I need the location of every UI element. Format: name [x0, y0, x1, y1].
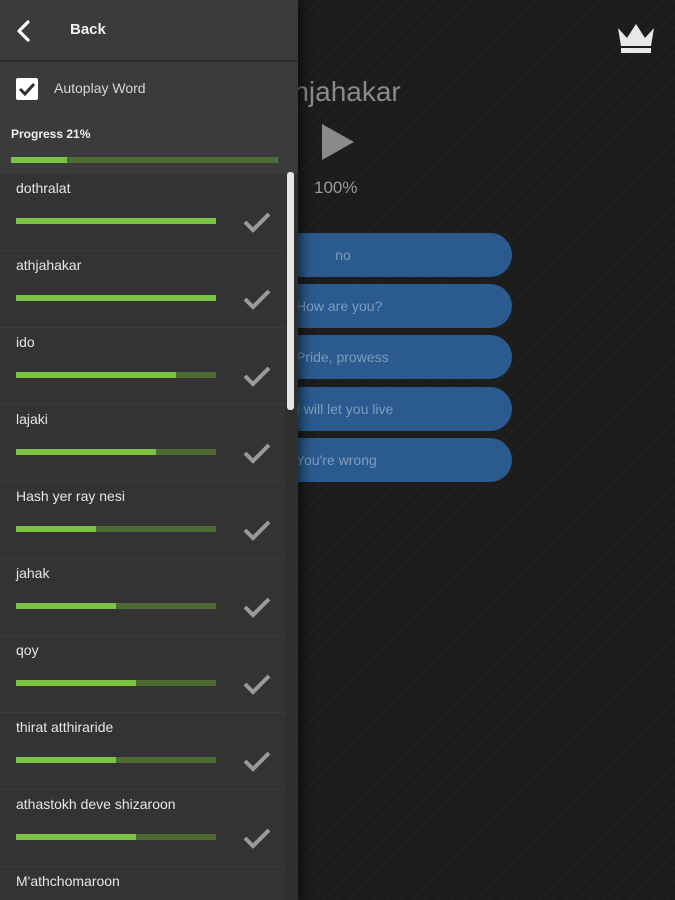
answer-option[interactable]: You're wrong — [262, 438, 512, 482]
word-title: lajaki — [16, 411, 48, 427]
word-progress-bar — [16, 834, 216, 840]
word-title: ido — [16, 334, 35, 350]
word-row[interactable]: dothralat — [0, 174, 285, 251]
word-title: dothralat — [16, 180, 71, 196]
check-icon — [243, 212, 271, 233]
word-title: athastokh deve shizaroon — [16, 796, 176, 812]
autoplay-toggle[interactable] — [0, 62, 298, 114]
word-row[interactable]: Hash yer ray nesi — [0, 482, 285, 559]
word-title: thirat atthiraride — [16, 719, 114, 735]
check-icon — [243, 597, 271, 618]
check-icon — [243, 289, 271, 310]
word-progress-fill — [16, 757, 116, 763]
check-icon — [243, 751, 271, 772]
crown-icon[interactable] — [614, 18, 658, 54]
word-list-drawer: Back Autoplay Word Progress 21% dothrala… — [0, 0, 298, 900]
word-progress-fill — [16, 834, 136, 840]
answer-option[interactable]: no — [262, 233, 512, 277]
word-progress-bar — [16, 295, 216, 301]
word-progress-fill — [16, 218, 216, 224]
word-row[interactable]: lajaki — [0, 405, 285, 482]
word-progress-bar — [16, 526, 216, 532]
word-title: M'athchomaroon — [16, 873, 120, 889]
word-progress-fill — [16, 603, 116, 609]
word-progress-fill — [16, 526, 96, 532]
overall-progress-bar — [11, 157, 278, 163]
word-list[interactable]: dothralat athjahakar ido lajaki Hash yer ray… — [0, 174, 285, 900]
word-progress-fill — [16, 372, 176, 378]
back-label: Back — [70, 21, 106, 38]
word-progress-bar — [16, 372, 216, 378]
check-icon — [243, 366, 271, 387]
word-title: Hash yer ray nesi — [16, 488, 125, 504]
word-title: qoy — [16, 642, 39, 658]
check-icon — [18, 82, 36, 97]
answer-option[interactable]: Pride, prowess — [262, 335, 512, 379]
overall-progress — [0, 114, 298, 174]
word-percent: 100% — [314, 178, 358, 197]
word-progress-bar — [16, 218, 216, 224]
chevron-left-icon — [17, 20, 30, 42]
autoplay-checkbox[interactable] — [16, 78, 38, 100]
word-progress-bar — [16, 603, 216, 609]
word-progress-fill — [16, 295, 216, 301]
word-row[interactable]: qoy — [0, 636, 285, 713]
check-icon — [243, 443, 271, 464]
word-title: jahak — [16, 565, 50, 581]
word-progress-fill — [16, 680, 136, 686]
word-progress-fill — [16, 449, 156, 455]
check-icon — [243, 674, 271, 695]
autoplay-label: Autoplay Word — [54, 80, 146, 96]
answer-option[interactable]: How are you? — [262, 284, 512, 328]
check-icon — [243, 828, 271, 849]
word-row[interactable]: M'athchomaroon — [0, 867, 285, 900]
overall-progress-fill — [11, 157, 68, 163]
answer-option[interactable]: I will let you live — [262, 387, 512, 431]
word-row[interactable]: ido — [0, 328, 285, 405]
check-icon — [243, 520, 271, 541]
word-row[interactable]: athjahakar — [0, 251, 285, 328]
word-row[interactable]: athastokh deve shizaroon — [0, 790, 285, 867]
word-progress-bar — [16, 680, 216, 686]
word-progress-bar — [16, 449, 216, 455]
word-title: athjahakar — [16, 257, 82, 273]
progress-label: Progress 21% — [11, 127, 91, 141]
word-row[interactable]: thirat atthiraride — [0, 713, 285, 790]
back-button[interactable]: Back — [0, 0, 298, 61]
word-row[interactable]: jahak — [0, 559, 285, 636]
scrollbar[interactable] — [287, 172, 294, 410]
word-progress-bar — [16, 757, 216, 763]
play-icon[interactable] — [320, 122, 356, 162]
